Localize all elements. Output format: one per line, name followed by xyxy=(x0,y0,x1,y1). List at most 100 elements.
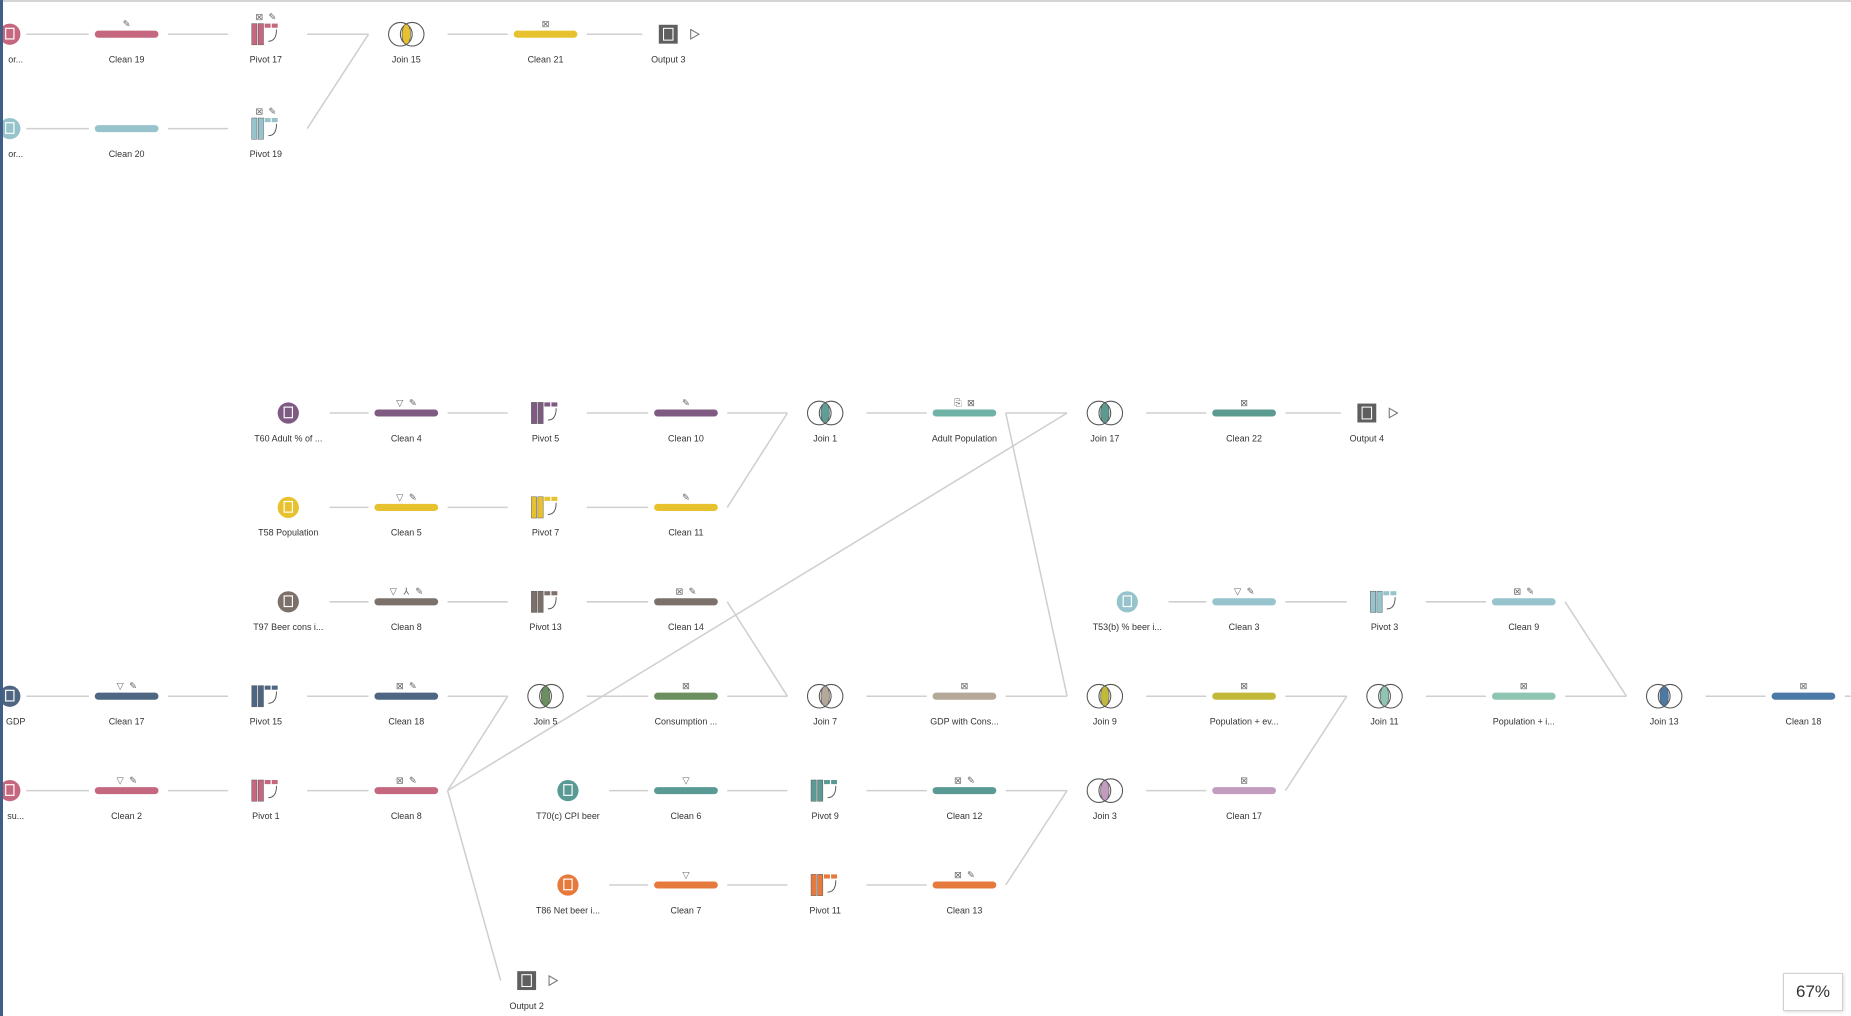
step-clean-c17[interactable]: ▽ ✎ Clean 17 xyxy=(94,681,159,727)
join-inner-fill xyxy=(1100,402,1110,424)
step-input-t60[interactable]: T60 Adult % of ... xyxy=(254,402,322,443)
step-pivot-p7[interactable]: Pivot 7 xyxy=(531,496,559,538)
step-clean-c22[interactable]: ⊠ Clean 22 xyxy=(1212,398,1276,443)
step-input-t53[interactable]: T53(b) % beer i... xyxy=(1093,591,1162,632)
pivot-icon-cell xyxy=(264,118,271,123)
step-output-o3[interactable]: Output 3 xyxy=(651,24,701,65)
edit-icon: ✎ xyxy=(409,776,417,787)
step-pivot-p9[interactable]: Pivot 9 xyxy=(810,779,839,821)
step-join-j13[interactable]: Join 13 xyxy=(1645,683,1683,727)
step-clean-c11[interactable]: ✎ Clean 11 xyxy=(654,492,718,538)
step-clean-c2[interactable]: ▽ ✎ Clean 2 xyxy=(94,776,159,821)
step-clean-c18b[interactable]: ⊠ Clean 18 xyxy=(1771,681,1836,727)
step-pivot-p3[interactable]: Pivot 3 xyxy=(1370,590,1398,632)
step-join-j1[interactable]: Join 1 xyxy=(806,400,844,443)
run-flow-icon[interactable] xyxy=(548,974,559,987)
step-clean-popi[interactable]: ⊠ Population + i... xyxy=(1491,681,1556,727)
step-clean-c18[interactable]: ⊠ ✎ Clean 18 xyxy=(374,681,439,727)
step-join-j17[interactable]: Join 17 xyxy=(1086,400,1124,443)
pivot-icon-cell xyxy=(824,779,830,785)
step-clean-cons[interactable]: ⊠ Consumption ... xyxy=(654,681,718,727)
pivot-icon xyxy=(531,402,537,424)
pivot-icon-cell xyxy=(271,118,278,123)
step-input-t70[interactable]: T70(c) CPI beer xyxy=(536,779,600,821)
pivot-icon-col xyxy=(257,779,264,802)
step-pivot-p13[interactable]: Pivot 13 xyxy=(529,590,562,632)
step-clean-popev[interactable]: ⊠ Population + ev... xyxy=(1210,681,1279,726)
step-input-in19[interactable]: or... xyxy=(0,23,23,65)
calc-icon: ⊠ xyxy=(255,12,263,23)
step-join-j7[interactable]: Join 7 xyxy=(806,683,844,727)
step-clean-c17b[interactable]: ⊠ Clean 17 xyxy=(1212,776,1276,821)
step-input-t97[interactable]: T97 Beer cons i... xyxy=(253,591,323,632)
zoom-level-indicator[interactable]: 67% xyxy=(1783,973,1843,1011)
step-clean-c8g[interactable]: ▽ ⅄ ✎ Clean 8 xyxy=(374,587,439,632)
run-flow-icon[interactable] xyxy=(1388,407,1399,419)
step-label: Clean 6 xyxy=(671,811,702,821)
pivot-arrow-icon xyxy=(1386,597,1396,610)
step-input-t58[interactable]: T58 Population xyxy=(258,496,318,538)
step-input-su[interactable]: su... xyxy=(0,779,24,821)
input-icon xyxy=(277,402,299,424)
step-clean-c7[interactable]: ▽ Clean 7 xyxy=(654,870,718,915)
step-clean-c13[interactable]: ⊠ ✎ Clean 13 xyxy=(932,870,997,915)
flow-canvas[interactable]: or... ✎ Clean 19 ⊠ ✎ Pivot 17 Join 15 ⊠ Clean 21… xyxy=(0,0,1851,1016)
filter-icon: ▽ xyxy=(117,681,125,692)
pivot-arrow-icon xyxy=(827,880,837,893)
step-label: Clean 7 xyxy=(671,905,702,915)
input-icon xyxy=(277,496,299,519)
step-pivot-p19[interactable]: ⊠ ✎ Pivot 19 xyxy=(250,106,282,158)
pivot-icon xyxy=(251,685,258,708)
step-join-j9[interactable]: Join 9 xyxy=(1086,683,1124,727)
edit-icon: ✎ xyxy=(129,681,137,692)
step-input-t86[interactable]: T86 Net beer i... xyxy=(536,874,600,915)
step-pivot-p11[interactable]: Pivot 11 xyxy=(809,874,841,915)
step-input-in20[interactable]: or... xyxy=(0,118,23,159)
step-clean-ap[interactable]: ⎘ ⊠ Adult Population xyxy=(932,398,997,443)
step-join-j3[interactable]: Join 3 xyxy=(1086,778,1124,821)
step-join-j5[interactable]: Join 5 xyxy=(527,683,564,727)
step-clean-c6[interactable]: ▽ Clean 6 xyxy=(654,776,718,821)
step-pivot-p17[interactable]: ⊠ ✎ Pivot 17 xyxy=(250,12,282,64)
clean-step-bar xyxy=(94,787,159,795)
pivot-icon xyxy=(251,23,258,46)
step-output-o4[interactable]: Output 4 xyxy=(1350,403,1399,444)
step-label: Clean 17 xyxy=(1226,811,1262,821)
pivot-icon xyxy=(251,117,258,140)
clean-step-bar xyxy=(94,125,159,133)
calc-icon: ⊠ xyxy=(1240,776,1248,787)
step-clean-c9[interactable]: ⊠ ✎ Clean 9 xyxy=(1491,587,1556,632)
step-join-j11[interactable]: Join 11 xyxy=(1366,683,1403,727)
step-pivot-p1[interactable]: Pivot 1 xyxy=(251,779,280,821)
step-clean-c10[interactable]: ✎ Clean 10 xyxy=(654,398,718,443)
step-label: Join 11 xyxy=(1370,717,1398,727)
step-pivot-p15[interactable]: Pivot 15 xyxy=(250,685,282,727)
run-flow-icon[interactable] xyxy=(690,28,701,40)
step-label: Pivot 15 xyxy=(250,717,282,727)
step-label: Clean 22 xyxy=(1226,433,1262,443)
pivot-arrow-icon xyxy=(547,408,557,421)
step-clean-c3[interactable]: ▽ ✎ Clean 3 xyxy=(1212,587,1276,632)
step-label: Join 9 xyxy=(1093,717,1117,727)
step-pivot-p5[interactable]: Pivot 5 xyxy=(531,402,559,443)
step-label: Output 4 xyxy=(1350,433,1384,443)
step-input-gdp[interactable]: GDP xyxy=(0,685,25,727)
clean-step-bar xyxy=(654,787,718,795)
edit-icon: ✎ xyxy=(268,12,276,23)
step-output-o2[interactable]: Output 2 xyxy=(509,971,559,1011)
step-label: Clean 21 xyxy=(528,55,564,65)
pivot-icon-cell xyxy=(551,496,558,501)
clean-step-bar xyxy=(1212,598,1276,606)
step-clean-c20[interactable]: Clean 20 xyxy=(94,125,159,159)
step-clean-gwc[interactable]: ⊠ GDP with Cons... xyxy=(930,681,998,726)
step-clean-c14[interactable]: ⊠ ✎ Clean 14 xyxy=(654,587,718,632)
step-clean-c12[interactable]: ⊠ ✎ Clean 12 xyxy=(932,776,997,821)
step-label: Consumption ... xyxy=(655,717,718,727)
step-join-j15[interactable]: Join 15 xyxy=(388,21,425,65)
step-clean-c19[interactable]: ✎ Clean 19 xyxy=(94,19,159,65)
step-clean-c5[interactable]: ▽ ✎ Clean 5 xyxy=(374,492,439,538)
step-label: Join 7 xyxy=(813,717,837,727)
step-clean-c21[interactable]: ⊠ Clean 21 xyxy=(513,19,578,65)
step-clean-c8p[interactable]: ⊠ ✎ Clean 8 xyxy=(374,776,439,821)
step-clean-c4[interactable]: ▽ ✎ Clean 4 xyxy=(374,398,439,443)
